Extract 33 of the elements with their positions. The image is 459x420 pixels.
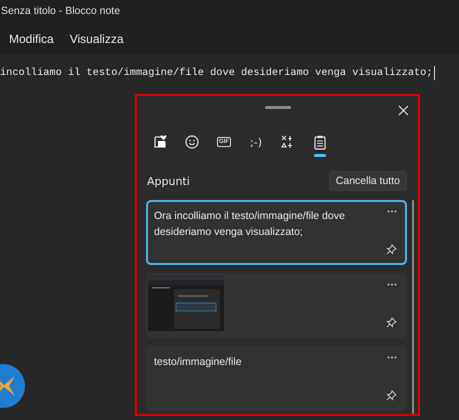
clear-all-button[interactable]: Cancella tutto bbox=[328, 171, 407, 191]
pin-button[interactable] bbox=[384, 388, 399, 403]
clipboard-item[interactable]: Ora incolliamo il testo/immagine/file dove desideriamo venga visualizzato; bbox=[146, 200, 407, 265]
symbols-icon bbox=[281, 135, 295, 149]
pin-icon bbox=[386, 244, 397, 255]
smiley-icon bbox=[185, 135, 199, 149]
pin-button[interactable] bbox=[384, 242, 399, 257]
clip-text: Ora incolliamo il testo/immagine/file dove desideriamo venga visualizzato; bbox=[154, 209, 346, 240]
clipboard-item[interactable]: testo/immagine/file bbox=[146, 346, 407, 411]
window-title: Senza titolo - Blocco note bbox=[1, 5, 120, 17]
editor-text: incolliamo il testo/immagine/file dove desideriamo venga visualizzato; bbox=[0, 67, 433, 79]
more-options-button[interactable] bbox=[384, 281, 398, 288]
ellipsis-icon bbox=[386, 283, 396, 286]
pin-icon bbox=[386, 390, 397, 401]
tab[interactable]: ;-) bbox=[242, 127, 270, 157]
clip-text: testo/immagine/file bbox=[154, 355, 243, 370]
section-heading: Appunti bbox=[147, 174, 190, 188]
scrollbar[interactable] bbox=[412, 200, 414, 414]
menu-item[interactable]: Visualizza bbox=[64, 28, 130, 50]
more-options-button[interactable] bbox=[384, 354, 398, 361]
text-cursor bbox=[434, 66, 435, 80]
menu-item[interactable]: Modifica bbox=[3, 28, 60, 50]
more-options-button[interactable] bbox=[384, 208, 398, 215]
ellipsis-icon bbox=[386, 210, 396, 213]
pin-button[interactable] bbox=[384, 315, 399, 330]
ellipsis-icon bbox=[386, 356, 396, 359]
favorites-icon bbox=[153, 135, 167, 149]
drag-handle[interactable] bbox=[264, 106, 290, 109]
close-button[interactable] bbox=[396, 103, 411, 118]
clipboard-item[interactable] bbox=[146, 273, 407, 338]
clipboard-icon bbox=[314, 134, 326, 150]
close-icon bbox=[398, 105, 409, 116]
pin-icon bbox=[386, 317, 397, 328]
